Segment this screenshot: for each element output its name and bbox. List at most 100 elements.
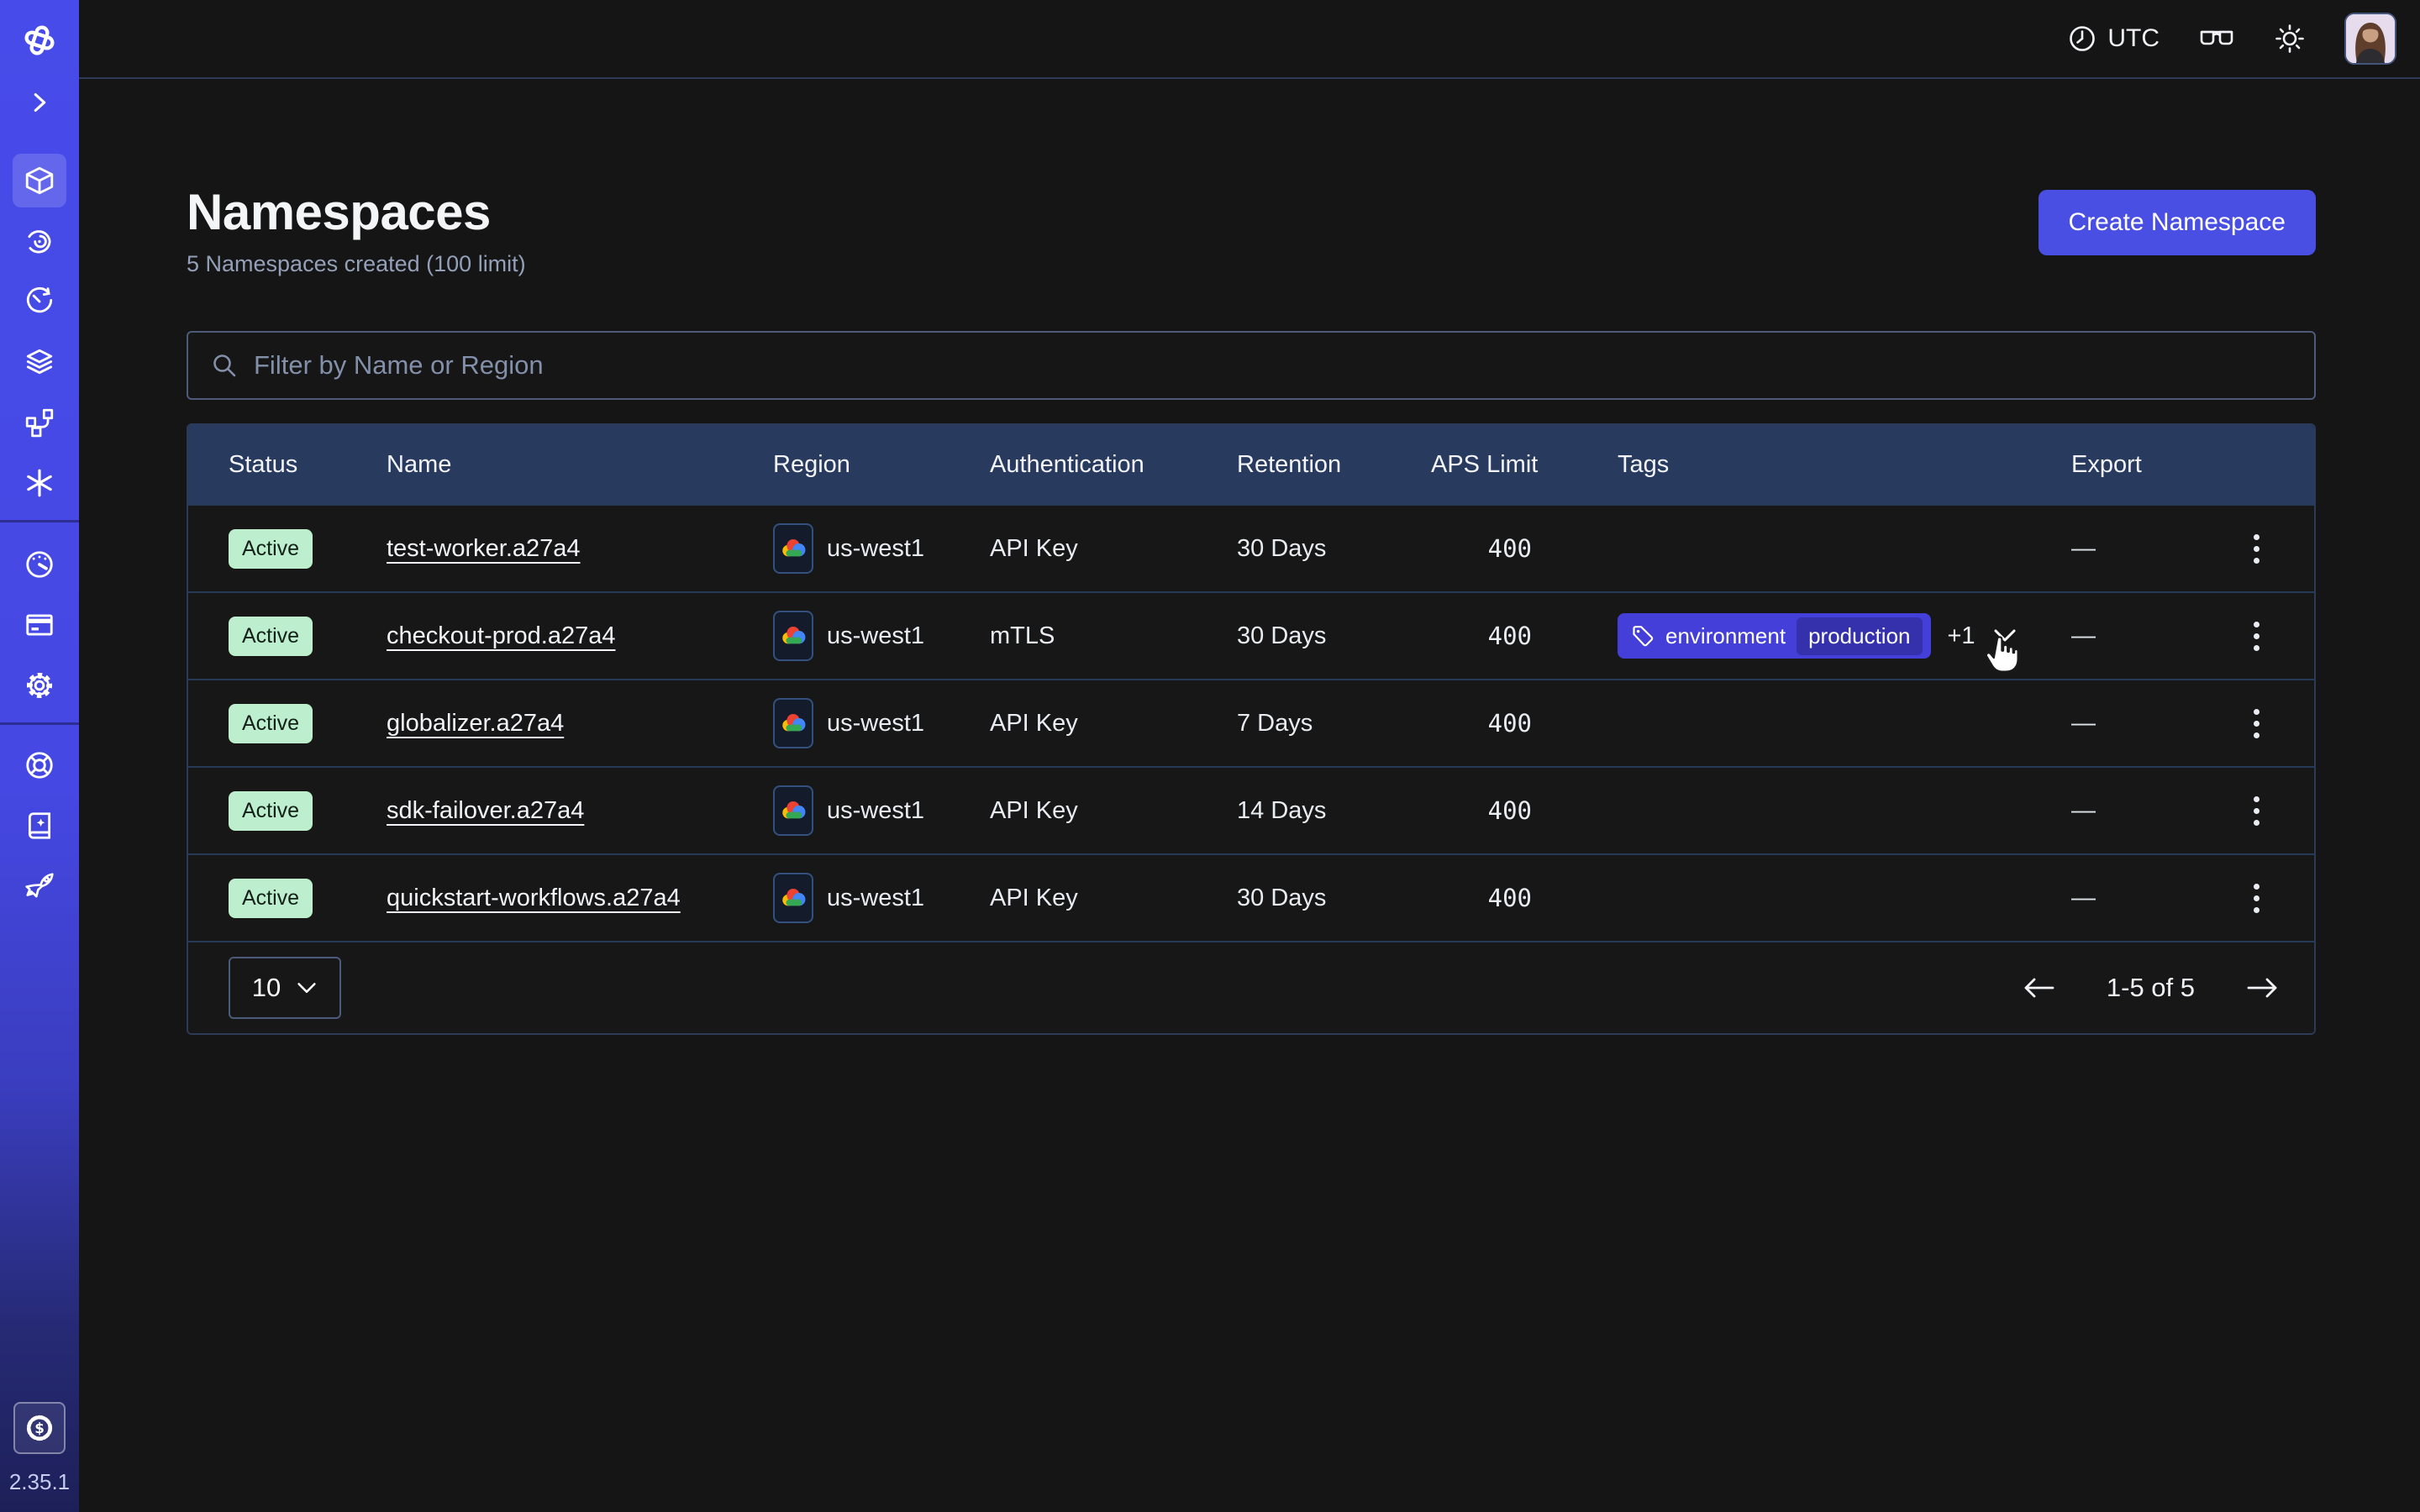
temporal-logo[interactable] bbox=[13, 13, 66, 67]
retention-value: 30 Days bbox=[1237, 535, 1431, 563]
column-header-aps-limit: APS Limit bbox=[1431, 451, 1618, 479]
sidebar-item-support[interactable] bbox=[13, 738, 66, 792]
table-row: Active sdk-failover.a27a4 us-west1 API K… bbox=[188, 766, 2314, 853]
table-footer: 10 1-5 of 5 bbox=[188, 941, 2314, 1033]
aps-limit-value: 400 bbox=[1431, 796, 1532, 825]
main-content: Namespaces 5 Namespaces created (100 lim… bbox=[79, 183, 2420, 1035]
namespace-link[interactable]: globalizer.a27a4 bbox=[387, 710, 564, 737]
page-size-select[interactable]: 10 bbox=[229, 957, 341, 1019]
filter-input[interactable] bbox=[254, 350, 2292, 381]
table-header-row: Status Name Region Authentication Retent… bbox=[188, 425, 2314, 504]
gcp-icon bbox=[773, 698, 813, 748]
search-icon bbox=[210, 351, 239, 380]
auth-value: API Key bbox=[990, 797, 1237, 825]
tag-value: production bbox=[1797, 617, 1922, 655]
namespace-link[interactable]: sdk-failover.a27a4 bbox=[387, 797, 584, 824]
namespace-link[interactable]: quickstart-workflows.a27a4 bbox=[387, 885, 681, 911]
page-subtitle: 5 Namespaces created (100 limit) bbox=[187, 251, 526, 277]
table-row: Active checkout-prod.a27a4 us-west1 mTLS… bbox=[188, 591, 2314, 679]
page-title: Namespaces bbox=[187, 183, 526, 241]
retention-value: 30 Days bbox=[1237, 885, 1431, 912]
row-menu-button[interactable] bbox=[2254, 709, 2260, 738]
sidebar-item-workflows[interactable] bbox=[13, 214, 66, 268]
create-namespace-button[interactable]: Create Namespace bbox=[2039, 190, 2316, 255]
layers-icon bbox=[24, 346, 55, 378]
retention-value: 14 Days bbox=[1237, 797, 1431, 825]
tag-badge[interactable]: environment production bbox=[1618, 613, 1931, 659]
branch-icon bbox=[24, 407, 55, 438]
auth-value: API Key bbox=[990, 535, 1237, 563]
row-menu-button[interactable] bbox=[2254, 796, 2260, 826]
region-label: us-west1 bbox=[827, 622, 924, 650]
prev-page-button[interactable] bbox=[2021, 975, 2058, 1000]
labs-mode-button[interactable] bbox=[2198, 25, 2235, 52]
gcp-icon bbox=[773, 611, 813, 661]
pagination-range: 1-5 of 5 bbox=[2107, 973, 2195, 1003]
tag-key: environment bbox=[1665, 623, 1786, 649]
tag-icon bbox=[1631, 624, 1655, 648]
namespace-link[interactable]: test-worker.a27a4 bbox=[387, 535, 581, 562]
status-badge: Active bbox=[229, 529, 313, 569]
sidebar-bottom: $ 2.35.1 bbox=[9, 1402, 70, 1512]
row-menu-button[interactable] bbox=[2254, 534, 2260, 564]
chevron-down-icon bbox=[1992, 627, 2018, 644]
chevron-down-icon bbox=[296, 981, 318, 995]
column-header-retention: Retention bbox=[1237, 451, 1431, 479]
namespace-link[interactable]: checkout-prod.a27a4 bbox=[387, 622, 615, 649]
aps-limit-value: 400 bbox=[1431, 534, 1532, 563]
status-badge: Active bbox=[229, 879, 313, 918]
gauge-icon bbox=[24, 549, 55, 580]
sidebar-item-docs[interactable] bbox=[13, 799, 66, 853]
next-page-button[interactable] bbox=[2244, 975, 2281, 1000]
sidebar-item-task-queues[interactable] bbox=[13, 396, 66, 449]
tags-expand-button[interactable] bbox=[1992, 627, 2018, 644]
sidebar-item-deployments[interactable] bbox=[13, 335, 66, 389]
sidebar-item-nexus[interactable] bbox=[13, 456, 66, 510]
region-label: us-west1 bbox=[827, 797, 924, 825]
row-menu-button[interactable] bbox=[2254, 622, 2260, 651]
sidebar-item-usage[interactable] bbox=[13, 538, 66, 591]
theme-toggle-button[interactable] bbox=[2274, 23, 2306, 55]
avatar[interactable] bbox=[2344, 13, 2396, 65]
sun-icon bbox=[2274, 23, 2306, 55]
sidebar-item-billing[interactable] bbox=[13, 598, 66, 652]
column-header-export: Export bbox=[2071, 451, 2220, 479]
aps-limit-value: 400 bbox=[1431, 884, 1532, 912]
retention-value: 30 Days bbox=[1237, 622, 1431, 650]
tag-more-count: +1 bbox=[1948, 622, 1975, 650]
sidebar-item-schedules[interactable] bbox=[13, 275, 66, 328]
sidebar-nav-account bbox=[13, 538, 66, 712]
sidebar: $ 2.35.1 bbox=[0, 0, 79, 1512]
region-label: us-west1 bbox=[827, 535, 924, 563]
lifebuoy-icon bbox=[24, 749, 55, 781]
table-row: Active quickstart-workflows.a27a4 us-wes… bbox=[188, 853, 2314, 941]
svg-text:$: $ bbox=[34, 1420, 45, 1436]
export-value: — bbox=[2071, 710, 2220, 738]
sidebar-item-settings[interactable] bbox=[13, 659, 66, 712]
glasses-icon bbox=[2198, 25, 2235, 52]
gcp-icon bbox=[773, 523, 813, 574]
aps-limit-value: 400 bbox=[1431, 622, 1532, 650]
sidebar-item-namespaces[interactable] bbox=[13, 154, 66, 207]
auth-value: API Key bbox=[990, 885, 1237, 912]
column-header-authentication: Authentication bbox=[990, 451, 1237, 479]
export-value: — bbox=[2071, 885, 2220, 912]
sidebar-expand-button[interactable] bbox=[16, 79, 63, 126]
export-value: — bbox=[2071, 622, 2220, 650]
gcp-icon bbox=[773, 873, 813, 923]
export-value: — bbox=[2071, 797, 2220, 825]
sidebar-divider bbox=[0, 520, 79, 522]
sidebar-item-getting-started[interactable] bbox=[13, 859, 66, 913]
cube-icon bbox=[24, 165, 55, 197]
namespaces-table: Status Name Region Authentication Retent… bbox=[187, 423, 2316, 1035]
export-value: — bbox=[2071, 535, 2220, 563]
asterisk-icon bbox=[24, 467, 55, 499]
spiral-icon bbox=[24, 225, 55, 257]
gear-icon bbox=[24, 669, 55, 701]
timezone-button[interactable]: UTC bbox=[2067, 24, 2160, 54]
row-menu-button[interactable] bbox=[2254, 884, 2260, 913]
timezone-label: UTC bbox=[2107, 24, 2160, 53]
credits-button[interactable]: $ bbox=[13, 1402, 66, 1454]
region-label: us-west1 bbox=[827, 710, 924, 738]
sidebar-divider bbox=[0, 722, 79, 725]
